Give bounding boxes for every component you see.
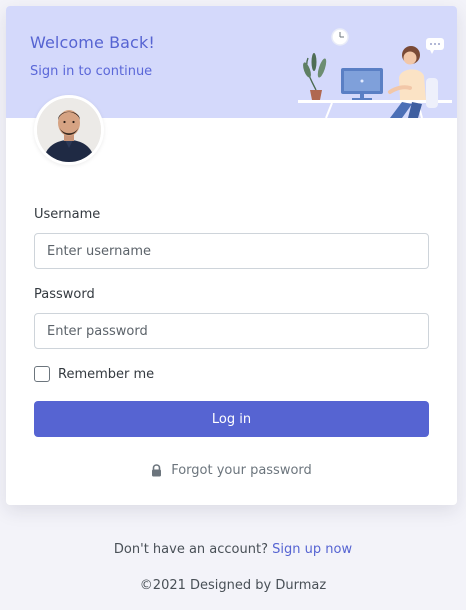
- remember-label: Remember me: [58, 366, 155, 382]
- signup-link[interactable]: Sign up now: [272, 542, 352, 557]
- forgot-password-label: Forgot your password: [171, 463, 312, 478]
- forgot-password-link[interactable]: Forgot your password: [6, 463, 457, 478]
- username-label: Username: [34, 207, 101, 222]
- copyright: ©2021 Designed by Durmaz: [139, 578, 327, 593]
- login-button[interactable]: Log in: [34, 401, 429, 437]
- welcome-subtitle: Sign in to continue: [30, 64, 153, 79]
- lock-icon: [151, 464, 162, 477]
- login-card: Welcome Back! Sign in to continue Userna…: [6, 6, 457, 505]
- welcome-title: Welcome Back!: [30, 33, 155, 52]
- password-input[interactable]: [34, 313, 429, 349]
- user-avatar-icon: [37, 98, 101, 162]
- avatar: [34, 95, 104, 165]
- signup-row: Don't have an account? Sign up now: [0, 542, 466, 557]
- signup-prompt: Don't have an account?: [113, 542, 268, 557]
- username-input[interactable]: [34, 233, 429, 269]
- remember-checkbox[interactable]: [34, 366, 50, 382]
- password-label: Password: [34, 287, 95, 302]
- remember-me[interactable]: Remember me: [34, 366, 154, 382]
- desk-illustration: [298, 28, 452, 118]
